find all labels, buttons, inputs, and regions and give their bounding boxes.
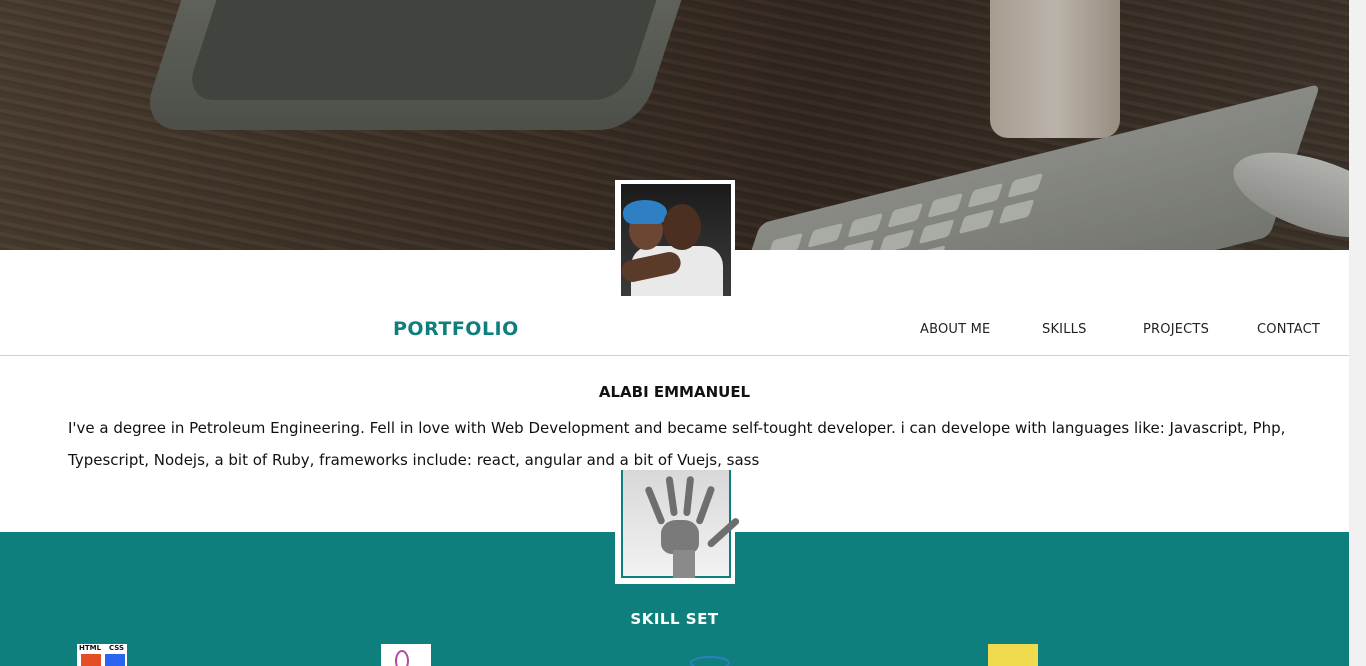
- brand-logo[interactable]: PORTFOLIO: [393, 318, 519, 340]
- hand-image: [615, 468, 741, 584]
- nav-link-contact[interactable]: CONTACT: [1257, 322, 1320, 337]
- bio-text: I've a degree in Petroleum Engineering. …: [68, 412, 1288, 476]
- owner-name: ALABI EMMANUEL: [598, 383, 751, 401]
- scrollbar-gutter[interactable]: [1349, 0, 1366, 666]
- html-css-icon: HTML CSS: [77, 644, 127, 666]
- profile-photo: [621, 184, 731, 296]
- bio-line-1: I've a degree in Petroleum Engineering. …: [68, 419, 1286, 437]
- profile-avatar: [615, 180, 735, 296]
- nav-link-skills[interactable]: SKILLS: [1042, 322, 1087, 337]
- nav-link-about-me[interactable]: ABOUT ME: [920, 322, 990, 337]
- javascript-icon: [988, 644, 1038, 666]
- navbar: PORTFOLIO ABOUT ME SKILLS PROJECTS CONTA…: [0, 306, 1349, 356]
- react-icon: [686, 644, 736, 666]
- nav-link-projects[interactable]: PROJECTS: [1143, 322, 1209, 337]
- skills-title: SKILL SET: [630, 610, 719, 628]
- php-icon: [381, 644, 431, 666]
